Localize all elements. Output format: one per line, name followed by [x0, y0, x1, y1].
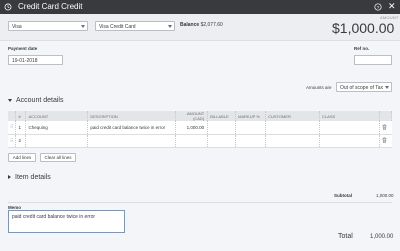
account-value: Visa Credit Card	[99, 24, 136, 30]
row-description[interactable]: paid credit card balance twice in error	[87, 121, 177, 135]
row-customer[interactable]	[265, 121, 321, 135]
account-details-toggle[interactable]: Account details	[8, 97, 63, 104]
row-number: 2	[15, 134, 27, 148]
row-class[interactable]	[319, 121, 380, 135]
total-value: 1,000.00	[370, 234, 394, 240]
clear-all-lines-button[interactable]: Clear all lines	[40, 153, 76, 162]
row-markup[interactable]	[235, 121, 267, 135]
row-billable[interactable]	[207, 134, 237, 148]
row-description[interactable]	[87, 134, 177, 148]
amount-total: $1,000.00	[332, 20, 395, 36]
account-details-table: # ACCOUNT DESCRIPTION AMOUNT (CAD) BILLA…	[8, 111, 393, 148]
col-header-billable: BILLABLE	[207, 111, 237, 121]
trash-icon	[382, 124, 387, 130]
delete-row-button[interactable]	[379, 121, 392, 135]
col-header-customer: CUSTOMER	[265, 111, 321, 121]
col-header-num: #	[15, 111, 27, 121]
memo-textarea[interactable]: paid credit card balance twice in error	[8, 210, 125, 233]
caret-right-icon	[8, 175, 11, 180]
close-icon[interactable]: ✕	[388, 1, 396, 11]
row-account[interactable]: Chequing	[25, 121, 89, 135]
chevron-down-icon	[81, 25, 85, 28]
row-amount[interactable]: 1,000.00	[175, 121, 209, 135]
payment-date-label: Payment date	[8, 46, 38, 51]
payment-date-value: 19-01-2018	[12, 58, 38, 64]
account-details-title: Account details	[16, 97, 64, 104]
row-account[interactable]	[25, 134, 89, 148]
total-label: Total	[338, 233, 353, 240]
subtotal-label: Subtotal	[334, 193, 352, 198]
row-amount[interactable]	[175, 134, 209, 148]
amounts-are-label: Amounts are	[306, 85, 332, 90]
payment-date-input[interactable]: 19-01-2018	[8, 55, 63, 65]
payee-select[interactable]: Visa	[8, 21, 88, 31]
item-details-title: Item details	[15, 174, 51, 181]
chevron-down-icon	[385, 86, 389, 89]
col-header-markup: MARKUP %	[235, 111, 267, 121]
row-number: 1	[15, 121, 27, 135]
table-row[interactable]: ⠿ 1 Chequing paid credit card balance tw…	[8, 121, 392, 135]
account-select[interactable]: Visa Credit Card	[95, 21, 175, 31]
ref-no-input[interactable]	[354, 55, 392, 65]
header-divider	[0, 40, 400, 41]
add-lines-button[interactable]: Add lines	[8, 153, 36, 162]
svg-text:?: ?	[377, 5, 380, 11]
row-billable[interactable]	[207, 121, 237, 135]
table-row[interactable]: ⠿ 2	[8, 134, 392, 148]
table-header-row: # ACCOUNT DESCRIPTION AMOUNT (CAD) BILLA…	[8, 111, 393, 121]
ref-no-label: Ref no.	[354, 46, 370, 51]
col-header-description: DESCRIPTION	[87, 111, 177, 121]
window-title: Credit Card Credit	[18, 2, 83, 11]
chevron-down-icon	[168, 25, 172, 28]
row-customer[interactable]	[265, 134, 321, 148]
drag-handle-icon[interactable]: ⠿	[8, 134, 17, 148]
amounts-are-select[interactable]: Out of scope of Tax	[336, 82, 392, 92]
memo-value: paid credit card balance twice in error	[12, 214, 96, 220]
subtotal-value: 1,000.00	[376, 193, 394, 198]
caret-down-icon	[8, 98, 12, 102]
balance-label: Balance	[180, 22, 200, 28]
help-icon[interactable]: ?	[374, 3, 382, 11]
col-header-amount: AMOUNT (CAD)	[175, 111, 209, 121]
delete-row-button[interactable]	[379, 134, 392, 148]
drag-handle-icon[interactable]: ⠿	[8, 121, 17, 135]
history-icon[interactable]	[4, 3, 12, 11]
col-header-class: CLASS	[319, 111, 380, 121]
balance-display: Balance $2,077.60	[180, 22, 223, 28]
col-header-account: ACCOUNT	[25, 111, 89, 121]
totals-divider	[8, 202, 392, 203]
balance-value: $2,077.60	[200, 22, 223, 28]
row-markup[interactable]	[235, 134, 267, 148]
payee-value: Visa	[12, 24, 22, 30]
title-bar: Credit Card Credit ? ✕	[0, 0, 400, 14]
amounts-are-value: Out of scope of Tax	[340, 85, 383, 91]
row-class[interactable]	[319, 134, 380, 148]
item-details-toggle[interactable]: Item details	[8, 174, 51, 181]
trash-icon	[382, 137, 387, 143]
